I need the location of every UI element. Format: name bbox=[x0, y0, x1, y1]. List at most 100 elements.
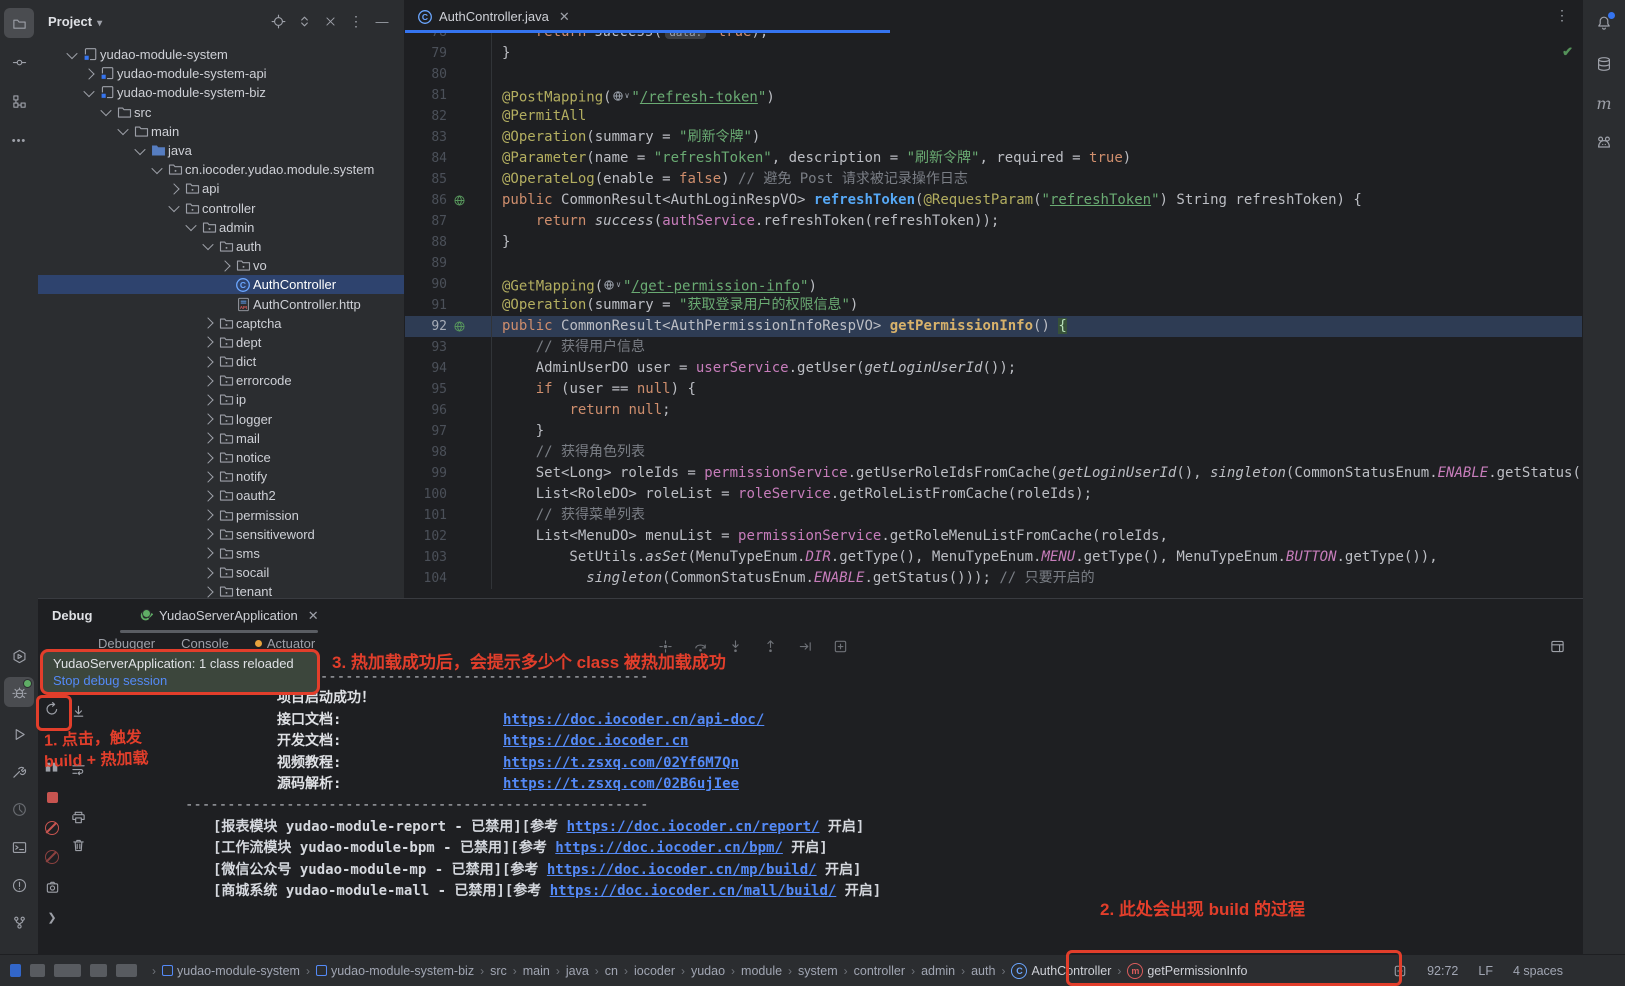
close-tab-icon[interactable]: ✕ bbox=[559, 9, 570, 25]
tree-item-notice[interactable]: notice bbox=[38, 448, 404, 467]
breadcrumb-yudao[interactable]: yudao bbox=[691, 964, 725, 978]
tree-item-main[interactable]: main bbox=[38, 122, 404, 141]
line-number[interactable]: 93 bbox=[405, 337, 447, 358]
tree-item-sms[interactable]: sms bbox=[38, 544, 404, 563]
tree-item-captcha[interactable]: captcha bbox=[38, 314, 404, 333]
tree-item-AuthController.http[interactable]: APIAuthController.http bbox=[38, 294, 404, 313]
line-number[interactable]: 86 bbox=[405, 190, 447, 211]
tree-item-src[interactable]: src bbox=[38, 103, 404, 122]
line-number[interactable]: 79 bbox=[405, 43, 447, 64]
line-number[interactable]: 88 bbox=[405, 232, 447, 253]
console-link[interactable]: https://doc.iocoder.cn/mp/build/ bbox=[547, 860, 817, 881]
tree-item-controller[interactable]: controller bbox=[38, 199, 404, 218]
mute-breakpoints-icon[interactable] bbox=[40, 845, 64, 869]
tree-item-oauth2[interactable]: oauth2 bbox=[38, 486, 404, 505]
breadcrumb-yudao-module-system-biz[interactable]: yudao-module-system-biz bbox=[316, 964, 474, 978]
more-tools-icon[interactable]: ••• bbox=[4, 126, 34, 156]
close-session-icon[interactable]: ✕ bbox=[308, 608, 319, 624]
line-number[interactable]: 102 bbox=[405, 526, 447, 547]
line-number[interactable]: 81 bbox=[405, 85, 447, 106]
code-view[interactable]: 78 return success(data: true);79}8081@Po… bbox=[405, 33, 1583, 598]
line-number[interactable]: 78 bbox=[405, 33, 447, 43]
editor-options-icon[interactable]: ⋮ bbox=[1555, 7, 1569, 24]
evaluate-expression-icon[interactable] bbox=[833, 639, 848, 654]
breadcrumb-iocoder[interactable]: iocoder bbox=[634, 964, 675, 978]
chevron-right-icon[interactable] bbox=[216, 262, 233, 270]
chevron-right-icon[interactable] bbox=[199, 549, 216, 557]
breadcrumb-system[interactable]: system bbox=[798, 964, 838, 978]
chevron-right-icon[interactable] bbox=[80, 70, 97, 78]
database-icon[interactable] bbox=[1589, 49, 1619, 79]
chevron-down-icon[interactable] bbox=[80, 89, 97, 97]
tree-item-permission[interactable]: permission bbox=[38, 506, 404, 525]
git-branch-icon[interactable] bbox=[4, 907, 34, 937]
clear-console-icon[interactable] bbox=[66, 833, 90, 857]
tree-item-admin[interactable]: admin bbox=[38, 218, 404, 237]
debug-session-tab[interactable]: ⟳ YudaoServerApplication ✕ bbox=[132, 599, 326, 632]
chevron-right-icon[interactable] bbox=[199, 588, 216, 596]
api-endpoint-gutter-icon[interactable] bbox=[447, 316, 492, 337]
chevron-down-icon[interactable] bbox=[97, 108, 114, 116]
console-link[interactable]: https://doc.iocoder.cn/report/ bbox=[567, 817, 820, 838]
tree-item-mail[interactable]: mail bbox=[38, 429, 404, 448]
chevron-right-icon[interactable] bbox=[199, 569, 216, 577]
hide-panel-icon[interactable]: — bbox=[370, 9, 394, 33]
tree-item-yudao-module-system[interactable]: yudao-module-system bbox=[38, 45, 404, 64]
tree-item-dept[interactable]: dept bbox=[38, 333, 404, 352]
chevron-right-icon[interactable] bbox=[199, 473, 216, 481]
line-number[interactable]: 94 bbox=[405, 358, 447, 379]
stop-debug-session-link[interactable]: Stop debug session bbox=[53, 673, 307, 688]
breadcrumb-admin[interactable]: admin bbox=[921, 964, 955, 978]
console-link[interactable]: https://doc.iocoder.cn bbox=[503, 731, 688, 752]
chevron-right-icon[interactable] bbox=[199, 454, 216, 462]
breadcrumb-controller[interactable]: controller bbox=[854, 964, 905, 978]
build-hammer-icon[interactable] bbox=[4, 757, 34, 787]
chevron-down-icon[interactable] bbox=[199, 242, 216, 250]
tree-item-yudao-module-system-api[interactable]: yudao-module-system-api bbox=[38, 64, 404, 83]
breadcrumb-yudao-module-system[interactable]: yudao-module-system bbox=[162, 964, 300, 978]
commit-icon[interactable] bbox=[4, 47, 34, 77]
chevron-right-icon[interactable] bbox=[199, 338, 216, 346]
chevron-down-icon[interactable] bbox=[165, 204, 182, 212]
notifications-icon[interactable] bbox=[1589, 8, 1619, 38]
line-number[interactable]: 100 bbox=[405, 484, 447, 505]
openapi-inlay-icon[interactable]: ∨ bbox=[612, 85, 630, 106]
chevron-right-icon[interactable] bbox=[199, 434, 216, 442]
chevron-right-icon[interactable] bbox=[199, 511, 216, 519]
chevron-right-icon[interactable] bbox=[199, 319, 216, 327]
chevron-right-icon[interactable] bbox=[199, 530, 216, 538]
console-link[interactable]: https://doc.iocoder.cn/bpm/ bbox=[555, 838, 783, 859]
tree-item-errorcode[interactable]: errorcode bbox=[38, 371, 404, 390]
more-vertical-icon[interactable]: ⋮ bbox=[344, 9, 368, 33]
thread-dump-icon[interactable] bbox=[40, 875, 64, 899]
breadcrumb-cn[interactable]: cn bbox=[605, 964, 618, 978]
tree-item-dict[interactable]: dict bbox=[38, 352, 404, 371]
profiler-icon[interactable] bbox=[4, 794, 34, 824]
console-link[interactable]: https://doc.iocoder.cn/api-doc/ bbox=[503, 710, 764, 731]
line-number[interactable]: 84 bbox=[405, 148, 447, 169]
console-output[interactable]: ----------------------------------------… bbox=[185, 667, 1573, 954]
tree-item-yudao-module-system-biz[interactable]: yudao-module-system-biz bbox=[38, 83, 404, 102]
maven-icon[interactable]: m bbox=[1589, 88, 1619, 118]
line-number[interactable]: 101 bbox=[405, 505, 447, 526]
tree-item-tenant[interactable]: tenant bbox=[38, 582, 404, 598]
line-number[interactable]: 90 bbox=[405, 274, 447, 295]
breadcrumb-java[interactable]: java bbox=[566, 964, 589, 978]
line-number[interactable]: 95 bbox=[405, 379, 447, 400]
services-icon[interactable] bbox=[4, 641, 34, 671]
chevron-down-icon[interactable] bbox=[182, 223, 199, 231]
caret-position[interactable]: 92:72 bbox=[1427, 964, 1458, 978]
line-number[interactable]: 89 bbox=[405, 253, 447, 274]
tree-item-java[interactable]: java bbox=[38, 141, 404, 160]
console-link[interactable]: https://t.zsxq.com/02B6ujIee bbox=[503, 774, 739, 795]
debug-icon[interactable] bbox=[4, 677, 34, 707]
toolbar-chevron-icon[interactable]: ❯ bbox=[40, 905, 64, 929]
tree-item-cn.iocoder.yudao.module.system[interactable]: cn.iocoder.yudao.module.system bbox=[38, 160, 404, 179]
console-link[interactable]: https://doc.iocoder.cn/mall/build/ bbox=[550, 881, 837, 902]
problems-icon[interactable] bbox=[4, 870, 34, 900]
chevron-down-icon[interactable] bbox=[63, 51, 80, 59]
tree-item-logger[interactable]: logger bbox=[38, 410, 404, 429]
step-out-icon[interactable] bbox=[763, 639, 778, 654]
line-number[interactable]: 96 bbox=[405, 400, 447, 421]
view-breakpoints-icon[interactable] bbox=[40, 816, 64, 840]
